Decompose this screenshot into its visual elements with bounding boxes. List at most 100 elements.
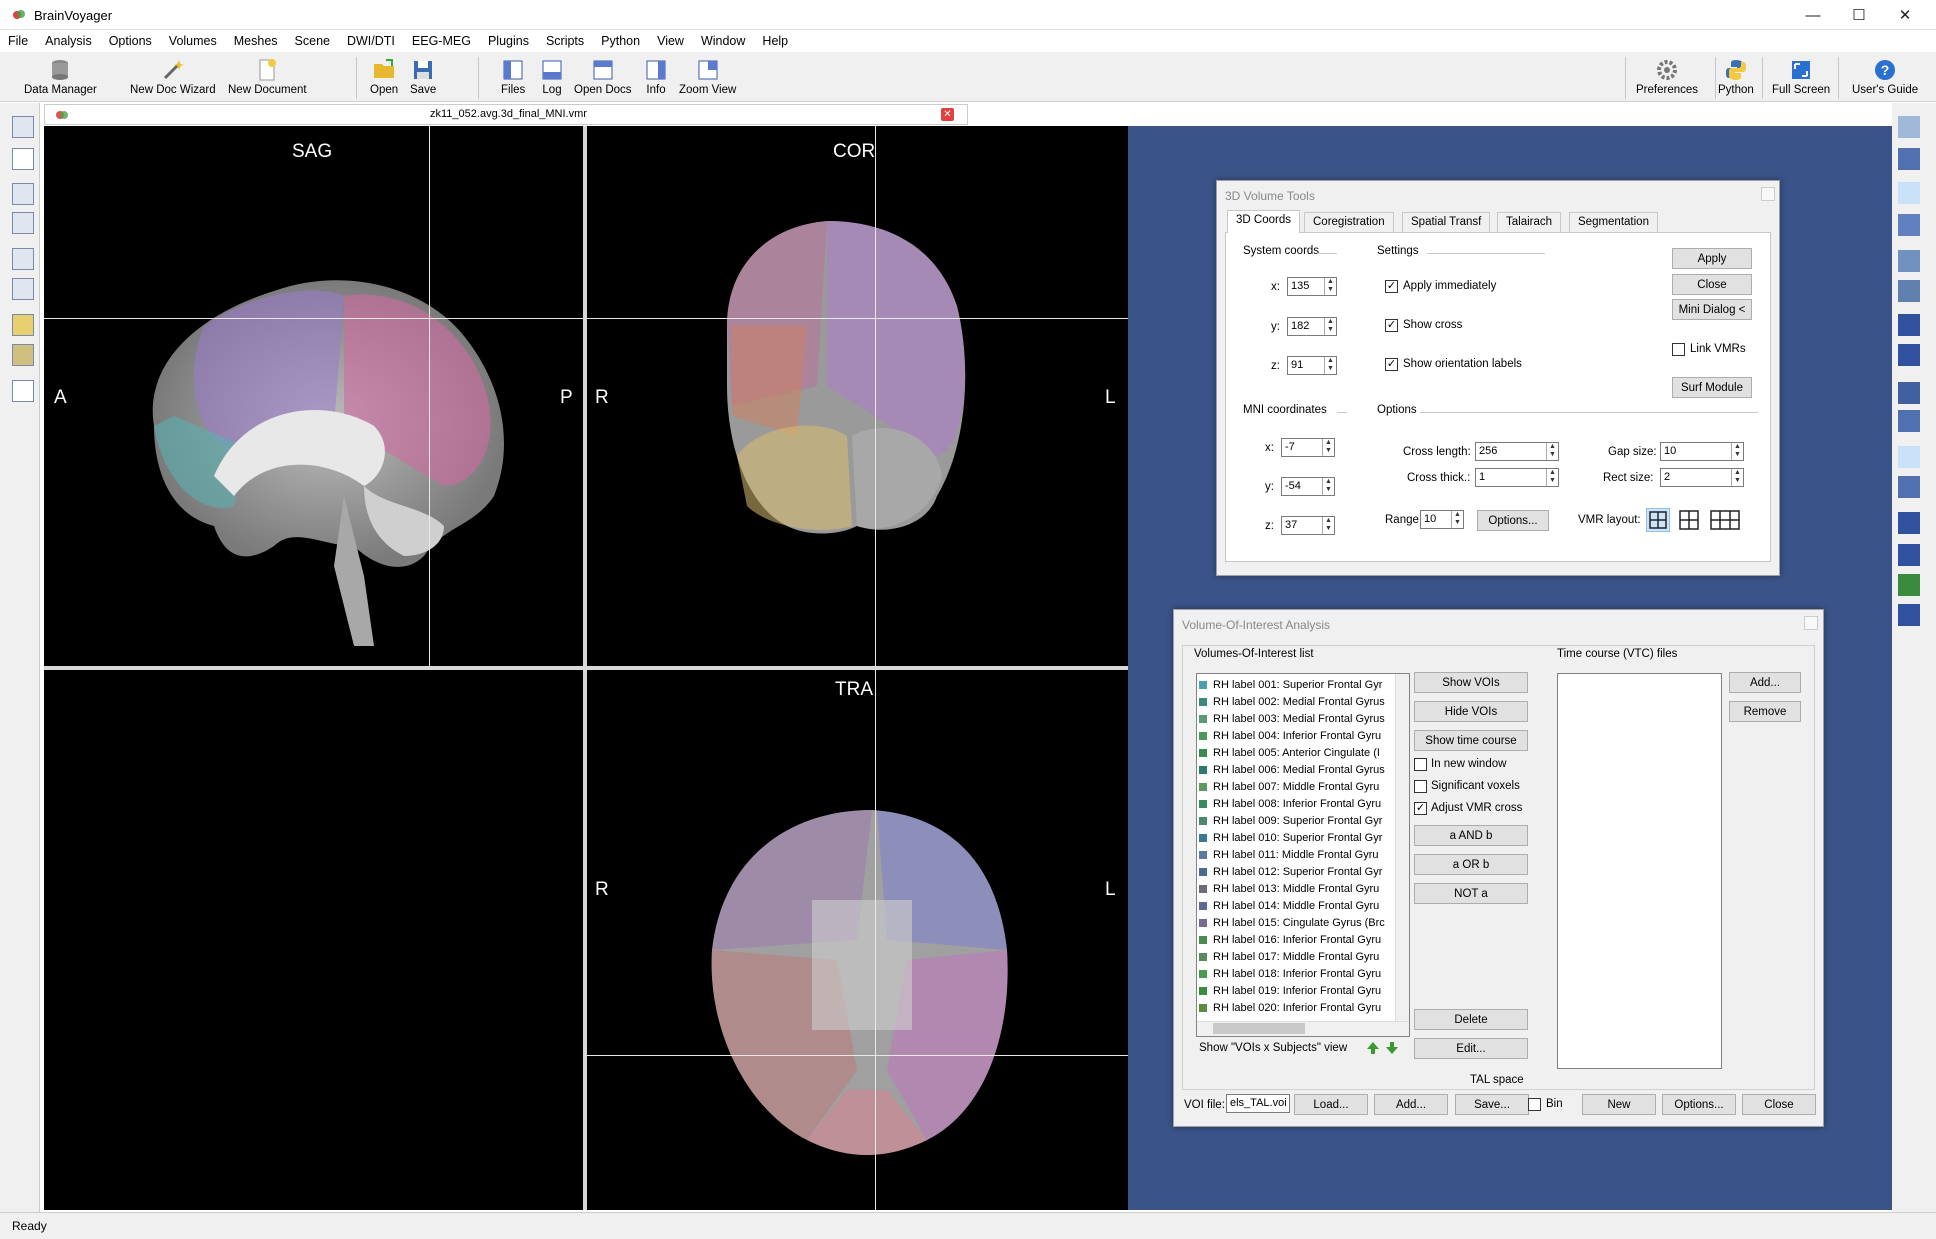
menu-help[interactable]: Help — [762, 34, 788, 48]
options-button[interactable]: Options... — [1477, 510, 1549, 531]
list-item[interactable]: RH label 008: Inferior Frontal Gyru — [1199, 795, 1381, 812]
a-and-b-button[interactable]: a AND b — [1414, 825, 1528, 846]
mesh-tool-icon[interactable] — [1898, 116, 1920, 138]
arrow-down-icon[interactable] — [1385, 1041, 1399, 1055]
grid-layout-blue-icon[interactable] — [12, 212, 34, 234]
mni-x-spinbox[interactable]: -7 ▲ ▼ — [1281, 438, 1335, 457]
menu-meshes[interactable]: Meshes — [234, 34, 278, 48]
spin-arrows-icon[interactable]: ▲ ▼ — [1546, 443, 1558, 460]
mini-dialog-button[interactable]: Mini Dialog < — [1672, 299, 1752, 320]
head-icon[interactable] — [1898, 148, 1920, 170]
list-item[interactable]: RH label 015: Cingulate Gyrus (Brc — [1199, 914, 1385, 931]
list-item[interactable]: RH label 020: Inferior Frontal Gyru — [1199, 999, 1381, 1016]
spin-arrows-icon[interactable]: ▲ ▼ — [1322, 439, 1334, 456]
list-item[interactable]: RH label 017: Middle Frontal Gyru — [1199, 948, 1379, 965]
sagittal-view[interactable]: SAG A P — [44, 126, 583, 666]
open-docs-button[interactable]: Open Docs — [574, 58, 632, 96]
spin-arrows-icon[interactable]: ▲ ▼ — [1451, 511, 1463, 528]
menu-volumes[interactable]: Volumes — [169, 34, 217, 48]
tab-segmentation[interactable]: Segmentation — [1569, 212, 1658, 232]
crosshair-grid-blue-icon[interactable] — [12, 278, 34, 300]
sys-y-spinbox[interactable]: 182 ▲ ▼ — [1287, 317, 1337, 336]
list-item[interactable]: RH label 006: Medial Frontal Gyrus — [1199, 761, 1385, 778]
users-guide-button[interactable]: ? User's Guide — [1852, 58, 1918, 96]
dots-pattern-icon[interactable] — [12, 380, 34, 402]
spin-arrows-icon[interactable]: ▲ ▼ — [1324, 357, 1336, 374]
menu-window[interactable]: Window — [701, 34, 745, 48]
grid-layout-icon[interactable] — [12, 183, 34, 205]
log-button[interactable]: Log — [540, 58, 564, 96]
layout-3x2-icon[interactable] — [1709, 508, 1741, 532]
remove-vtc-button[interactable]: Remove — [1729, 701, 1801, 722]
list-item[interactable]: RH label 007: Middle Frontal Gyru — [1199, 778, 1379, 795]
minimize-button[interactable]: — — [1790, 0, 1836, 30]
close-dialog-icon[interactable] — [1761, 187, 1775, 201]
list-item[interactable]: RH label 016: Inferior Frontal Gyru — [1199, 931, 1381, 948]
save-button[interactable]: Save — [410, 58, 436, 96]
add-vtc-button[interactable]: Add... — [1729, 672, 1801, 693]
vertical-scrollbar[interactable] — [1395, 674, 1409, 1022]
brain-slice-alt-icon[interactable] — [12, 344, 34, 366]
network-icon[interactable] — [1898, 476, 1920, 498]
range-spinbox[interactable]: 10 ▲ ▼ — [1420, 510, 1464, 529]
vmr-viewer[interactable]: SAG A P COR R L TRA R L — [44, 126, 1128, 1210]
list-item[interactable]: RH label 001: Superior Frontal Gyr — [1199, 676, 1382, 693]
spin-arrows-icon[interactable]: ▲ ▼ — [1324, 278, 1336, 295]
open-button[interactable]: Open — [370, 58, 398, 96]
show-vois-button[interactable]: Show VOIs — [1414, 672, 1528, 693]
tab-3d-coords[interactable]: 3D Coords — [1227, 210, 1300, 233]
show-orientation-labels-checkbox[interactable]: ✓ — [1385, 358, 1398, 371]
menu-eeg-meg[interactable]: EEG-MEG — [412, 34, 471, 48]
maximize-button[interactable]: ☐ — [1836, 0, 1882, 30]
spin-arrows-icon[interactable]: ▲ ▼ — [1731, 443, 1743, 460]
hide-vois-button[interactable]: Hide VOIs — [1414, 701, 1528, 722]
close-window-button[interactable]: ✕ — [1882, 0, 1928, 30]
sys-x-spinbox[interactable]: 135 ▲ ▼ — [1287, 277, 1337, 296]
in-new-window-checkbox[interactable] — [1414, 758, 1427, 771]
list-item[interactable]: RH label 004: Inferior Frontal Gyru — [1199, 727, 1381, 744]
new-document-button[interactable]: New Document — [228, 58, 307, 96]
head-profile-icon[interactable] — [1898, 512, 1920, 534]
preferences-button[interactable]: Preferences — [1636, 58, 1698, 96]
transverse-view[interactable]: TRA R L — [587, 670, 1128, 1210]
load-button[interactable]: Load... — [1294, 1094, 1368, 1115]
list-item[interactable]: RH label 018: Inferior Frontal Gyru — [1199, 965, 1381, 982]
pencil-icon[interactable] — [1898, 382, 1920, 404]
significant-voxels-checkbox[interactable] — [1414, 780, 1427, 793]
sys-z-spinbox[interactable]: 91 ▲ ▼ — [1287, 356, 1337, 375]
spin-arrows-icon[interactable]: ▲ ▼ — [1322, 478, 1334, 495]
new-voi-button[interactable]: New — [1582, 1094, 1656, 1115]
list-item[interactable]: RH label 009: Superior Frontal Gyr — [1199, 812, 1382, 829]
new-doc-wizard-button[interactable]: New Doc Wizard — [130, 58, 216, 96]
head-profile-alt-icon[interactable] — [1898, 544, 1920, 566]
arrow-up-icon[interactable] — [1366, 1041, 1380, 1055]
surf-module-button[interactable]: Surf Module — [1672, 377, 1752, 398]
show-time-course-button[interactable]: Show time course — [1414, 730, 1528, 751]
gap-size-spinbox[interactable]: 10 ▲ ▼ — [1660, 442, 1744, 461]
apply-immediately-checkbox[interactable]: ✓ — [1385, 280, 1398, 293]
layers-icon[interactable] — [1898, 446, 1920, 468]
show-cross-checkbox[interactable]: ✓ — [1385, 319, 1398, 332]
a-or-b-button[interactable]: a OR b — [1414, 854, 1528, 875]
list-item[interactable]: RH label 011: Middle Frontal Gyru — [1199, 846, 1378, 863]
rotate-icon[interactable] — [1898, 214, 1920, 236]
info-button[interactable]: Info — [644, 58, 668, 96]
time-course-listbox[interactable] — [1557, 673, 1722, 1069]
spin-arrows-icon[interactable]: ▲ ▼ — [1731, 469, 1743, 486]
scrollbar-thumb[interactable] — [1213, 1023, 1305, 1034]
full-screen-button[interactable]: Full Screen — [1772, 58, 1830, 96]
spin-arrows-icon[interactable]: ▲ ▼ — [1546, 469, 1558, 486]
menu-plugins[interactable]: Plugins — [488, 34, 529, 48]
list-item[interactable]: RH label 012: Superior Frontal Gyr — [1199, 863, 1382, 880]
voi-options-button[interactable]: Options... — [1662, 1094, 1736, 1115]
select-tool-icon[interactable] — [12, 116, 34, 138]
zoom-view-button[interactable]: Zoom View — [679, 58, 736, 96]
python-button[interactable]: Python — [1718, 58, 1754, 96]
brain-slice-icon[interactable] — [12, 314, 34, 336]
tab-spatial-transf[interactable]: Spatial Transf — [1402, 212, 1491, 232]
menu-scripts[interactable]: Scripts — [546, 34, 584, 48]
close-document-button[interactable]: ✕ — [941, 108, 954, 121]
adjust-vmr-cross-checkbox[interactable]: ✓ — [1414, 802, 1427, 815]
list-item[interactable]: RH label 005: Anterior Cingulate (I — [1199, 744, 1380, 761]
cross-length-spinbox[interactable]: 256 ▲ ▼ — [1475, 442, 1559, 461]
